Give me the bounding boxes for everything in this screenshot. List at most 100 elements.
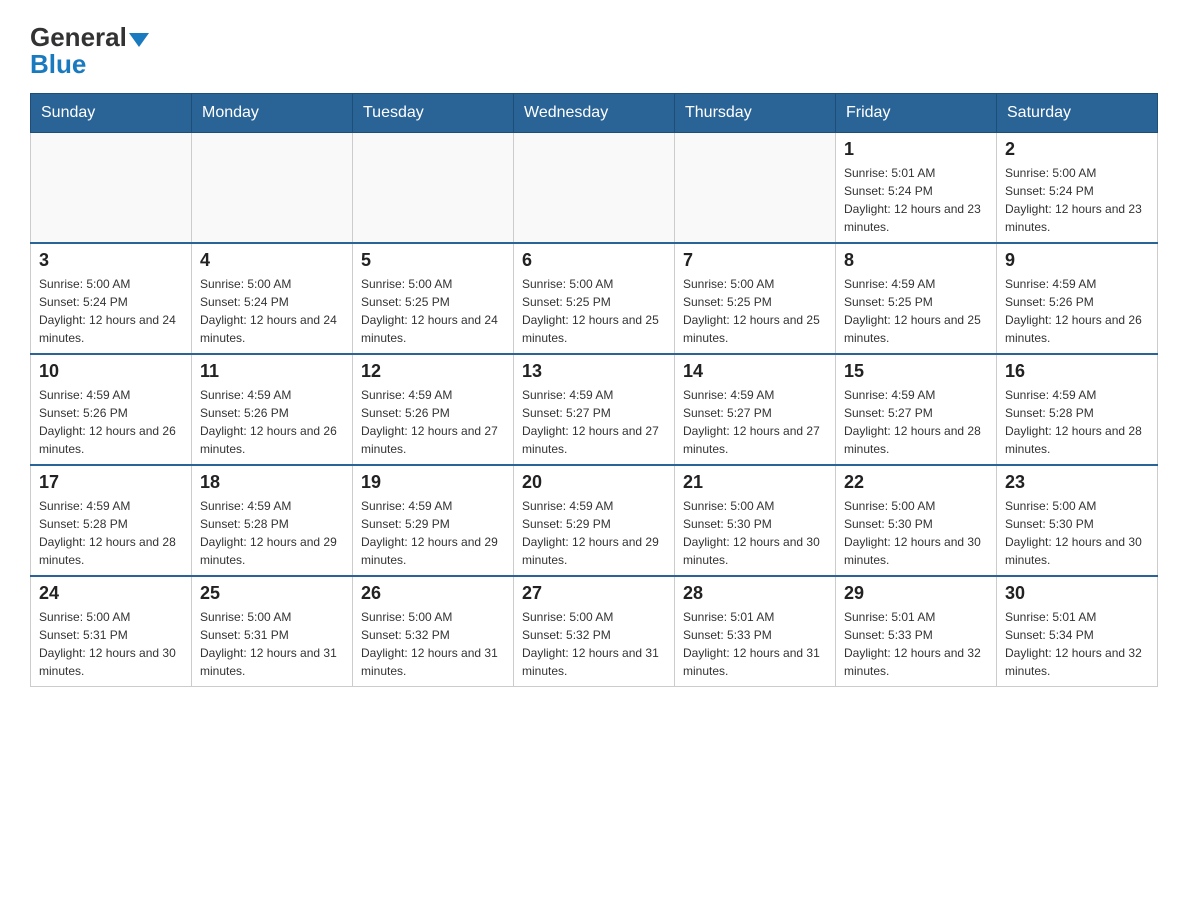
day-of-week-header: Friday	[836, 94, 997, 133]
day-info: Sunrise: 4:59 AMSunset: 5:26 PMDaylight:…	[39, 386, 183, 458]
calendar-day-cell: 29 Sunrise: 5:01 AMSunset: 5:33 PMDayligh…	[836, 576, 997, 687]
day-number: 27	[522, 583, 666, 604]
calendar-day-cell: 3 Sunrise: 5:00 AMSunset: 5:24 PMDaylight…	[31, 243, 192, 354]
calendar-day-cell: 6Sunrise: 5:00 AMSunset: 5:25 PMDaylight…	[514, 243, 675, 354]
calendar-day-cell: 16Sunrise: 4:59 AMSunset: 5:28 PMDayligh…	[997, 354, 1158, 465]
day-number: 9	[1005, 250, 1149, 271]
day-number: 4	[200, 250, 344, 271]
day-info: Sunrise: 5:01 AMSunset: 5:24 PMDaylight:…	[844, 164, 988, 236]
calendar-day-cell: 26 Sunrise: 5:00 AMSunset: 5:32 PMDayligh…	[353, 576, 514, 687]
calendar: SundayMondayTuesdayWednesdayThursdayFrid…	[30, 93, 1158, 687]
day-info: Sunrise: 5:00 AMSunset: 5:31 PMDaylight:…	[39, 608, 183, 680]
calendar-day-cell: 11Sunrise: 4:59 AMSunset: 5:26 PMDayligh…	[192, 354, 353, 465]
day-info: Sunrise: 4:59 AMSunset: 5:28 PMDaylight:…	[39, 497, 183, 569]
day-of-week-header: Thursday	[675, 94, 836, 133]
calendar-day-cell: 7 Sunrise: 5:00 AMSunset: 5:25 PMDaylight…	[675, 243, 836, 354]
calendar-day-cell: 25 Sunrise: 5:00 AMSunset: 5:31 PMDayligh…	[192, 576, 353, 687]
day-number: 13	[522, 361, 666, 382]
day-info: Sunrise: 5:00 AMSunset: 5:32 PMDaylight:…	[361, 608, 505, 680]
day-info: Sunrise: 4:59 AMSunset: 5:28 PMDaylight:…	[200, 497, 344, 569]
calendar-day-cell	[192, 133, 353, 244]
day-info: Sunrise: 4:59 AMSunset: 5:27 PMDaylight:…	[844, 386, 988, 458]
logo: General Blue	[30, 20, 149, 77]
day-number: 3	[39, 250, 183, 271]
day-number: 15	[844, 361, 988, 382]
day-number: 26	[361, 583, 505, 604]
calendar-day-cell: 22Sunrise: 5:00 AMSunset: 5:30 PMDayligh…	[836, 465, 997, 576]
day-info: Sunrise: 5:00 AMSunset: 5:24 PMDaylight:…	[1005, 164, 1149, 236]
day-info: Sunrise: 5:00 AMSunset: 5:25 PMDaylight:…	[522, 275, 666, 347]
logo-blue-text: Blue	[30, 51, 86, 77]
day-info: Sunrise: 5:00 AMSunset: 5:24 PMDaylight:…	[200, 275, 344, 347]
day-number: 20	[522, 472, 666, 493]
day-number: 23	[1005, 472, 1149, 493]
day-info: Sunrise: 5:01 AMSunset: 5:33 PMDaylight:…	[683, 608, 827, 680]
day-of-week-header: Wednesday	[514, 94, 675, 133]
calendar-day-cell: 18Sunrise: 4:59 AMSunset: 5:28 PMDayligh…	[192, 465, 353, 576]
day-info: Sunrise: 5:00 AMSunset: 5:30 PMDaylight:…	[683, 497, 827, 569]
calendar-day-cell: 8 Sunrise: 4:59 AMSunset: 5:25 PMDaylight…	[836, 243, 997, 354]
day-number: 17	[39, 472, 183, 493]
calendar-header-row: SundayMondayTuesdayWednesdayThursdayFrid…	[31, 94, 1158, 133]
calendar-day-cell: 10 Sunrise: 4:59 AMSunset: 5:26 PMDayligh…	[31, 354, 192, 465]
calendar-day-cell: 24 Sunrise: 5:00 AMSunset: 5:31 PMDayligh…	[31, 576, 192, 687]
day-info: Sunrise: 4:59 AMSunset: 5:28 PMDaylight:…	[1005, 386, 1149, 458]
calendar-day-cell: 1 Sunrise: 5:01 AMSunset: 5:24 PMDaylight…	[836, 133, 997, 244]
day-number: 24	[39, 583, 183, 604]
day-info: Sunrise: 5:00 AMSunset: 5:30 PMDaylight:…	[844, 497, 988, 569]
calendar-day-cell: 14Sunrise: 4:59 AMSunset: 5:27 PMDayligh…	[675, 354, 836, 465]
day-info: Sunrise: 5:00 AMSunset: 5:30 PMDaylight:…	[1005, 497, 1149, 569]
day-of-week-header: Saturday	[997, 94, 1158, 133]
day-info: Sunrise: 5:00 AMSunset: 5:32 PMDaylight:…	[522, 608, 666, 680]
day-number: 28	[683, 583, 827, 604]
calendar-day-cell: 5Sunrise: 5:00 AMSunset: 5:25 PMDaylight…	[353, 243, 514, 354]
calendar-day-cell: 2 Sunrise: 5:00 AMSunset: 5:24 PMDaylight…	[997, 133, 1158, 244]
logo-general-line: General	[30, 24, 149, 51]
day-number: 1	[844, 139, 988, 160]
day-info: Sunrise: 4:59 AMSunset: 5:25 PMDaylight:…	[844, 275, 988, 347]
calendar-day-cell	[353, 133, 514, 244]
day-info: Sunrise: 4:59 AMSunset: 5:29 PMDaylight:…	[361, 497, 505, 569]
day-number: 30	[1005, 583, 1149, 604]
calendar-day-cell	[514, 133, 675, 244]
calendar-day-cell: 21 Sunrise: 5:00 AMSunset: 5:30 PMDayligh…	[675, 465, 836, 576]
day-number: 5	[361, 250, 505, 271]
day-number: 21	[683, 472, 827, 493]
day-info: Sunrise: 4:59 AMSunset: 5:29 PMDaylight:…	[522, 497, 666, 569]
calendar-week-row: 3 Sunrise: 5:00 AMSunset: 5:24 PMDaylight…	[31, 243, 1158, 354]
calendar-week-row: 1 Sunrise: 5:01 AMSunset: 5:24 PMDaylight…	[31, 133, 1158, 244]
day-info: Sunrise: 5:00 AMSunset: 5:31 PMDaylight:…	[200, 608, 344, 680]
calendar-week-row: 10 Sunrise: 4:59 AMSunset: 5:26 PMDayligh…	[31, 354, 1158, 465]
day-info: Sunrise: 4:59 AMSunset: 5:26 PMDaylight:…	[361, 386, 505, 458]
calendar-day-cell: 12 Sunrise: 4:59 AMSunset: 5:26 PMDayligh…	[353, 354, 514, 465]
day-number: 7	[683, 250, 827, 271]
day-info: Sunrise: 5:00 AMSunset: 5:24 PMDaylight:…	[39, 275, 183, 347]
calendar-day-cell: 27 Sunrise: 5:00 AMSunset: 5:32 PMDayligh…	[514, 576, 675, 687]
day-info: Sunrise: 5:01 AMSunset: 5:33 PMDaylight:…	[844, 608, 988, 680]
day-of-week-header: Monday	[192, 94, 353, 133]
calendar-day-cell: 20 Sunrise: 4:59 AMSunset: 5:29 PMDayligh…	[514, 465, 675, 576]
calendar-day-cell	[31, 133, 192, 244]
day-number: 14	[683, 361, 827, 382]
header: General Blue	[30, 20, 1158, 77]
day-number: 29	[844, 583, 988, 604]
day-of-week-header: Sunday	[31, 94, 192, 133]
day-info: Sunrise: 5:01 AMSunset: 5:34 PMDaylight:…	[1005, 608, 1149, 680]
calendar-day-cell: 13Sunrise: 4:59 AMSunset: 5:27 PMDayligh…	[514, 354, 675, 465]
day-number: 11	[200, 361, 344, 382]
calendar-day-cell: 30 Sunrise: 5:01 AMSunset: 5:34 PMDayligh…	[997, 576, 1158, 687]
calendar-day-cell: 23 Sunrise: 5:00 AMSunset: 5:30 PMDayligh…	[997, 465, 1158, 576]
day-of-week-header: Tuesday	[353, 94, 514, 133]
day-info: Sunrise: 4:59 AMSunset: 5:26 PMDaylight:…	[1005, 275, 1149, 347]
day-info: Sunrise: 5:00 AMSunset: 5:25 PMDaylight:…	[683, 275, 827, 347]
calendar-day-cell	[675, 133, 836, 244]
day-number: 8	[844, 250, 988, 271]
calendar-day-cell: 9 Sunrise: 4:59 AMSunset: 5:26 PMDaylight…	[997, 243, 1158, 354]
day-number: 10	[39, 361, 183, 382]
calendar-day-cell: 4 Sunrise: 5:00 AMSunset: 5:24 PMDaylight…	[192, 243, 353, 354]
day-number: 2	[1005, 139, 1149, 160]
day-number: 25	[200, 583, 344, 604]
day-number: 12	[361, 361, 505, 382]
logo-general-text: General	[30, 22, 127, 52]
logo-triangle-icon	[129, 33, 149, 47]
